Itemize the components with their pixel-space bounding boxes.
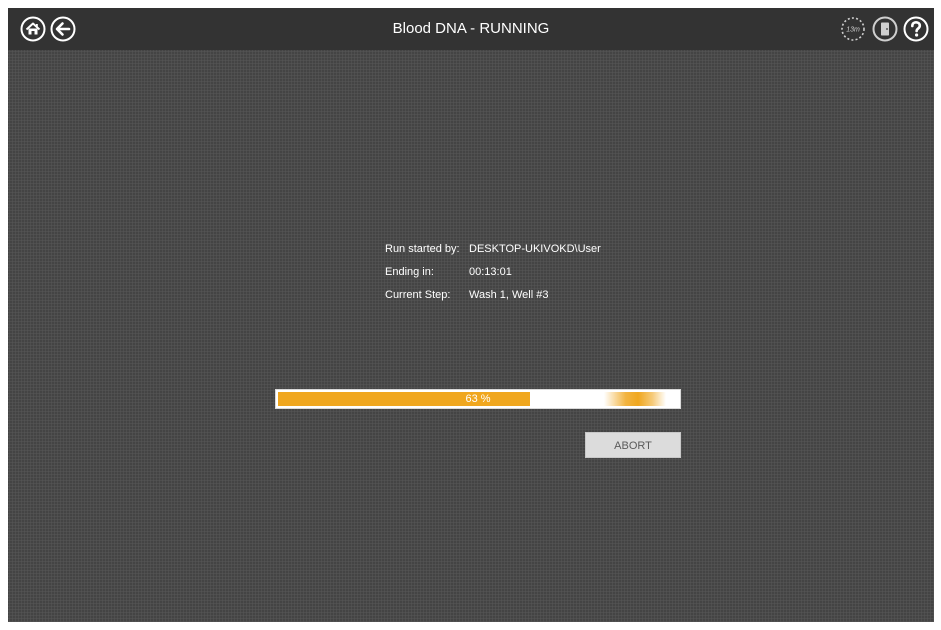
- back-button[interactable]: [50, 16, 76, 42]
- progress-percent-text: 63 %: [465, 393, 491, 405]
- help-button[interactable]: [903, 16, 929, 42]
- home-button[interactable]: [20, 16, 46, 42]
- ending-in-label: Ending in:: [385, 266, 434, 278]
- started-by-value: DESKTOP-UKIVOKD\User: [469, 243, 601, 255]
- current-step-value: Wash 1, Well #3: [469, 289, 549, 301]
- home-icon: [20, 16, 46, 42]
- exit-door-icon: [872, 16, 898, 42]
- info-row-current-step: Current Step: Wash 1, Well #3: [385, 284, 601, 307]
- app-window: Blood DNA - RUNNING 13m Run started by: …: [8, 8, 934, 622]
- current-step-label: Current Step:: [385, 289, 451, 301]
- timer-badge-text: 13m: [846, 27, 860, 34]
- top-bar: Blood DNA - RUNNING 13m: [8, 8, 934, 50]
- started-by-label: Run started by:: [385, 243, 460, 255]
- ending-in-value: 00:13:01: [469, 266, 512, 278]
- page-title: Blood DNA - RUNNING: [392, 20, 550, 37]
- info-row-started-by: Run started by: DESKTOP-UKIVOKD\User: [385, 238, 601, 261]
- timer-button[interactable]: 13m: [840, 16, 866, 42]
- run-info-panel: Run started by: DESKTOP-UKIVOKD\User Endi…: [385, 238, 601, 307]
- progress-bar: 63 %: [275, 389, 681, 409]
- abort-button[interactable]: ABORT: [585, 432, 681, 458]
- help-icon: [903, 16, 929, 42]
- exit-button[interactable]: [872, 16, 898, 42]
- back-arrow-icon: [50, 16, 76, 42]
- info-row-ending-in: Ending in: 00:13:01: [385, 261, 601, 284]
- timer-icon: 13m: [841, 17, 865, 41]
